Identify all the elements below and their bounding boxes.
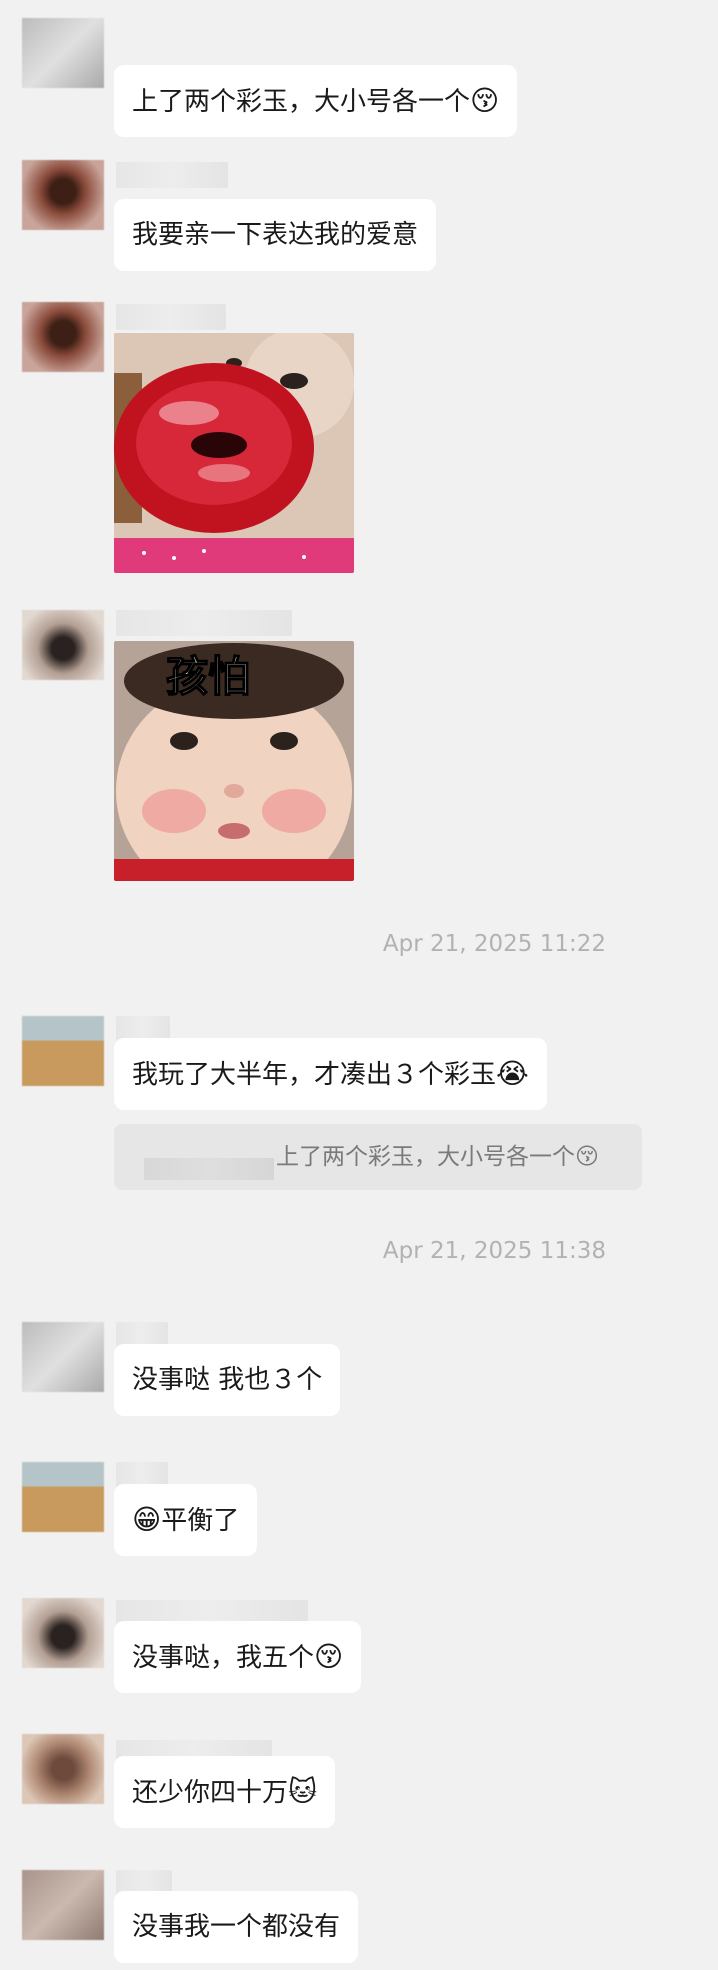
sticker-caption: 孩怕 — [165, 651, 251, 702]
lips-sticker-image[interactable] — [114, 333, 354, 573]
chat-thread: 上了两个彩玉，大小号各一个😚 我要亲一下表达我的爱意 孩怕 Apr 21, 20… — [0, 0, 718, 1970]
kissing-emoji-icon: 😚 — [575, 1144, 599, 1170]
grimacing-emoji-icon: 😁 — [132, 1503, 162, 1536]
timestamp: Apr 21, 2025 11:38 — [382, 1238, 606, 1264]
avatar[interactable] — [22, 1462, 104, 1532]
sender-name — [116, 610, 292, 636]
message-text: 上了两个彩玉，大小号各一个 — [132, 87, 471, 117]
crying-emoji-icon: 😭 — [496, 1057, 529, 1090]
message-text: 没事我一个都没有 — [132, 1912, 341, 1942]
message-bubble[interactable]: 我要亲一下表达我的爱意 — [114, 199, 437, 271]
message-bubble[interactable]: 没事哒 我也３个 — [114, 1344, 341, 1416]
avatar[interactable] — [22, 1016, 104, 1086]
message-text: 还少你四十万 — [132, 1778, 289, 1808]
kissing-emoji-icon: 😚 — [314, 1640, 344, 1673]
timestamp: Apr 21, 2025 11:22 — [382, 931, 606, 957]
quoted-message[interactable]: 上了两个彩玉，大小号各一个😚 — [114, 1124, 642, 1190]
avatar[interactable] — [22, 18, 104, 88]
message-text: 我要亲一下表达我的爱意 — [132, 220, 419, 250]
cat-emoji-icon: 🐱 — [288, 1775, 318, 1808]
message-bubble[interactable]: 还少你四十万🐱 — [114, 1756, 336, 1828]
message-text: 平衡了 — [161, 1506, 240, 1536]
avatar[interactable] — [22, 1322, 104, 1392]
avatar[interactable] — [22, 610, 104, 680]
avatar[interactable] — [22, 1870, 104, 1940]
message-bubble[interactable]: 😁平衡了 — [114, 1484, 258, 1556]
message-text: 我玩了大半年，才凑出３个彩玉 — [132, 1060, 497, 1090]
avatar[interactable] — [22, 1598, 104, 1668]
avatar[interactable] — [22, 160, 104, 230]
sender-name — [116, 304, 226, 330]
message-text: 没事哒 我也３个 — [132, 1365, 323, 1395]
baby-sticker-image[interactable]: 孩怕 — [114, 641, 354, 881]
avatar[interactable] — [22, 302, 104, 372]
message-text: 没事哒，我五个 — [132, 1643, 315, 1673]
sender-name — [116, 162, 228, 188]
quoted-text: 上了两个彩玉，大小号各一个😚 — [276, 1144, 599, 1170]
message-bubble[interactable]: 没事我一个都没有 — [114, 1891, 359, 1963]
lips-illustration — [114, 333, 354, 573]
message-bubble[interactable]: 上了两个彩玉，大小号各一个😚 — [114, 65, 518, 137]
message-bubble[interactable]: 我玩了大半年，才凑出３个彩玉😭 — [114, 1038, 547, 1110]
message-bubble[interactable]: 没事哒，我五个😚 — [114, 1621, 362, 1693]
avatar[interactable] — [22, 1734, 104, 1804]
kissing-emoji-icon: 😚 — [470, 84, 500, 117]
quoted-sender-name — [144, 1158, 274, 1180]
